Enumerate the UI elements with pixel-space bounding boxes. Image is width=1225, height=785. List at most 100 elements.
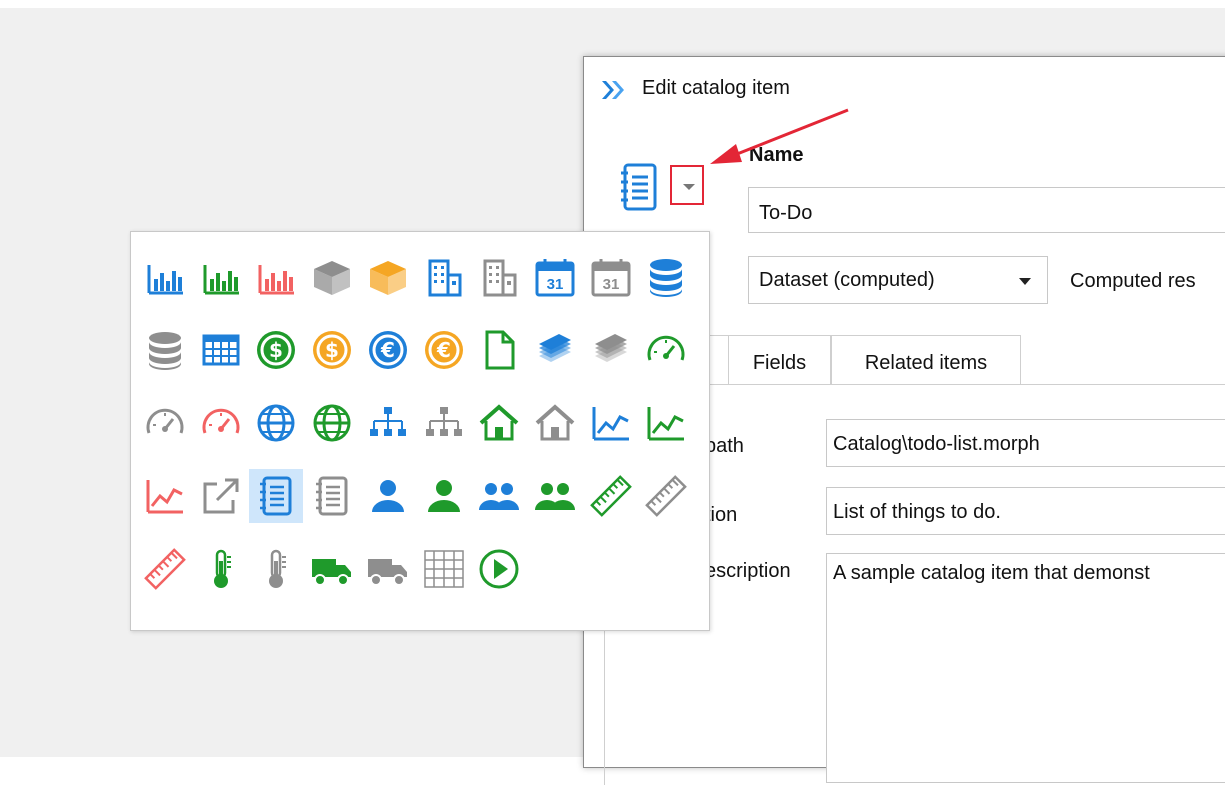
type-select[interactable]: Dataset (computed) [748, 256, 1048, 304]
icon-option-database-gray[interactable] [138, 323, 192, 377]
icon-option-bar-chart-blue[interactable] [138, 250, 192, 304]
icon-option-money-stack-gray[interactable] [584, 323, 638, 377]
icon-option-play-green[interactable] [472, 542, 526, 596]
icon-option-money-stack-blue[interactable] [528, 323, 582, 377]
icon-option-thermometer-gray[interactable] [249, 542, 303, 596]
person-green-icon [427, 480, 460, 512]
people-green-icon [534, 483, 575, 510]
person-blue-icon [371, 480, 404, 512]
icon-option-grid-gray[interactable] [417, 542, 471, 596]
icon-option-external-link-gray[interactable] [194, 469, 248, 523]
icon-option-gauge-red[interactable] [194, 396, 248, 450]
app-logo-icon [602, 81, 624, 99]
icon-option-home-green[interactable] [472, 396, 526, 450]
grid-gray-icon [423, 550, 464, 588]
notebook-blue-icon [260, 476, 292, 516]
icon-option-calendar-gray[interactable]: 31 [584, 250, 638, 304]
svg-text:€: € [436, 338, 451, 362]
money-stack-gray-icon [594, 334, 627, 362]
truck-green-icon [312, 559, 352, 586]
bar-chart-green-icon [203, 265, 239, 295]
name-input[interactable]: To-Do [748, 187, 1225, 233]
icon-option-gauge-green[interactable] [639, 323, 693, 377]
caption-input[interactable]: List of things to do. [826, 487, 1225, 535]
thermometer-gray-icon [269, 549, 287, 588]
icon-option-calendar-blue[interactable]: 31 [528, 250, 582, 304]
icon-option-box-gray[interactable] [305, 250, 359, 304]
thermometer-green-icon [213, 549, 231, 588]
icon-option-hierarchy-blue[interactable] [361, 396, 415, 450]
notebook-gray-icon [316, 476, 348, 516]
icon-option-notebook-gray[interactable] [305, 469, 359, 523]
icon-option-ruler-gray[interactable] [639, 469, 693, 523]
path-input[interactable]: Catalog\todo-list.morph [826, 419, 1225, 467]
euro-orange-icon: € [424, 331, 463, 369]
box-gray-icon [314, 261, 351, 295]
description-textarea[interactable]: A sample catalog item that demonst [826, 553, 1225, 783]
home-gray-icon [535, 404, 575, 441]
icon-option-line-chart-blue[interactable] [584, 396, 638, 450]
svg-text:€: € [380, 338, 395, 362]
icon-option-people-blue[interactable] [472, 469, 526, 523]
type-select-value: Dataset (computed) [759, 269, 935, 291]
chevron-down-icon [683, 184, 695, 190]
icon-option-database-blue[interactable] [639, 250, 693, 304]
dollar-orange-icon: $ [313, 331, 352, 369]
icon-option-thermometer-green[interactable] [194, 542, 248, 596]
line-chart-red-icon [146, 480, 183, 514]
bar-chart-red-icon [258, 265, 295, 295]
icon-option-globe-green[interactable] [305, 396, 359, 450]
icon-option-building-gray[interactable] [472, 250, 526, 304]
annotation-arrow-icon [710, 108, 849, 164]
calendar-gray-icon: 31 [591, 259, 631, 297]
icon-option-person-green[interactable] [417, 469, 471, 523]
document-green-icon [485, 330, 515, 370]
icon-option-people-green[interactable] [528, 469, 582, 523]
home-green-icon [479, 404, 519, 441]
computed-label: Computed res [1070, 270, 1196, 292]
tab-related-items[interactable]: Related items [831, 335, 1021, 385]
box-orange-icon [369, 261, 406, 295]
ruler-gray-icon [645, 475, 688, 517]
database-blue-icon [650, 259, 683, 297]
icon-option-hierarchy-gray[interactable] [417, 396, 471, 450]
icon-option-bar-chart-green[interactable] [194, 250, 248, 304]
icon-option-bar-chart-red[interactable] [249, 250, 303, 304]
icon-option-euro-blue[interactable]: € [361, 323, 415, 377]
icon-option-document-green[interactable] [472, 323, 526, 377]
gauge-gray-icon [146, 408, 184, 434]
hierarchy-gray-icon [425, 407, 462, 436]
icon-option-notebook-blue[interactable] [249, 469, 304, 523]
gauge-green-icon [647, 335, 685, 361]
icon-option-ruler-red[interactable] [138, 542, 192, 596]
icon-option-box-orange[interactable] [361, 250, 415, 304]
line-chart-blue-icon [592, 407, 629, 441]
dialog-titlebar: Edit catalog item [584, 57, 1225, 119]
svg-text:$: $ [325, 338, 339, 362]
icon-option-line-chart-green[interactable] [639, 396, 693, 450]
item-icon-preview[interactable] [617, 157, 661, 217]
icon-option-truck-gray[interactable] [361, 542, 415, 596]
path-label: path [705, 435, 744, 457]
euro-blue-icon: € [368, 331, 407, 369]
icon-option-truck-green[interactable] [305, 542, 359, 596]
gauge-red-icon [202, 408, 240, 434]
icon-option-globe-blue[interactable] [249, 396, 303, 450]
icon-option-building-blue[interactable] [417, 250, 471, 304]
icon-option-dollar-green[interactable]: $ [249, 323, 303, 377]
icon-option-person-blue[interactable] [361, 469, 415, 523]
icon-option-table-blue[interactable] [194, 323, 248, 377]
tab-fields[interactable]: Fields [728, 335, 831, 385]
icon-option-dollar-orange[interactable]: $ [305, 323, 359, 377]
icon-option-home-gray[interactable] [528, 396, 582, 450]
ruler-red-icon [144, 548, 186, 590]
icon-option-ruler-green[interactable] [584, 469, 638, 523]
building-blue-icon [428, 259, 461, 297]
chevron-down-icon [1019, 278, 1031, 285]
line-chart-green-icon [647, 407, 685, 441]
external-link-gray-icon [203, 478, 239, 514]
icon-option-gauge-gray[interactable] [138, 396, 192, 450]
icon-option-line-chart-red[interactable] [138, 469, 192, 523]
icon-option-euro-orange[interactable]: € [417, 323, 471, 377]
money-stack-blue-icon [538, 334, 571, 362]
